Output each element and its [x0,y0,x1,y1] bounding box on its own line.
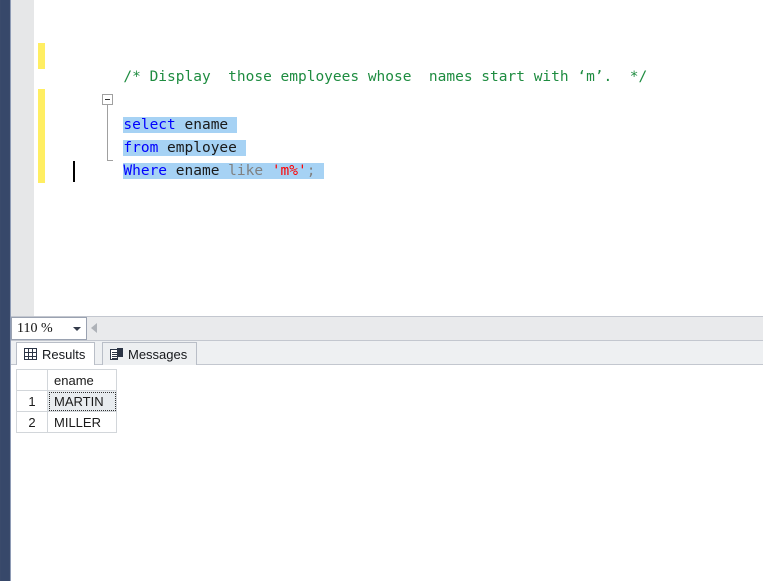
editor-status-bar: 110 % [11,316,763,341]
message-document-icon [110,347,123,361]
row-number-1[interactable]: 1 [16,390,48,412]
results-grid[interactable]: ename 1 MARTIN 2 MILLER [16,369,117,433]
space-5 [263,163,272,179]
tab-messages-label: Messages [128,346,188,362]
zoom-level-dropdown[interactable]: 110 % [11,317,87,340]
ssms-query-window: /* Display those employees whose names s… [0,0,763,581]
comment-text: /* Display those employees whose names s… [123,69,648,85]
sel-pad-3 [315,163,324,179]
grid-header-row: ename [16,369,117,391]
row-number-2[interactable]: 2 [16,411,48,433]
operator-like: like [228,163,264,179]
results-tab-strip: Results Messages [11,341,763,365]
cell-ename-row2[interactable]: MILLER [47,411,117,433]
grid-corner-header[interactable] [16,369,48,391]
zoom-level-value: 110 % [17,320,53,336]
scroll-left-arrow-icon[interactable] [91,323,97,333]
results-pane: Results Messages ename 1 MARTIN 2 MILLER [11,341,763,581]
cell-ename-row1[interactable]: MARTIN [47,390,117,412]
selected-text-where-line: Where ename like 'm%'; [123,163,325,179]
change-bar-comment [38,43,45,69]
window-left-rail [0,0,11,581]
string-literal-pattern: 'm%' [271,163,307,179]
text-caret [73,161,75,182]
tab-messages[interactable]: Messages [102,342,198,365]
code-line-where[interactable]: Where ename like 'm%'; [71,138,325,179]
code-line-from[interactable]: from employee [71,115,246,156]
table-row[interactable]: 2 MILLER [16,411,117,433]
outlining-gutter[interactable] [56,0,113,316]
tab-results-label: Results [42,346,86,362]
grid-icon [24,348,37,360]
keyword-where: Where [123,163,168,179]
code-line-select[interactable]: select ename [71,92,237,133]
sql-editor-pane[interactable]: /* Display those employees whose names s… [11,0,763,316]
space-4 [219,163,228,179]
grid-column-header-ename[interactable]: ename [47,369,117,391]
space-3 [167,163,176,179]
tab-results[interactable]: Results [16,342,96,365]
code-line-comment[interactable]: /* Display those employees whose names s… [71,44,647,85]
table-row[interactable]: 1 MARTIN [16,390,117,412]
chevron-down-icon[interactable] [68,318,86,339]
editor-indicator-margin[interactable] [11,0,34,316]
identifier-ename-2: ename [175,163,220,179]
window-left-rail-inner [1,0,9,581]
change-bar-statement [38,89,45,183]
